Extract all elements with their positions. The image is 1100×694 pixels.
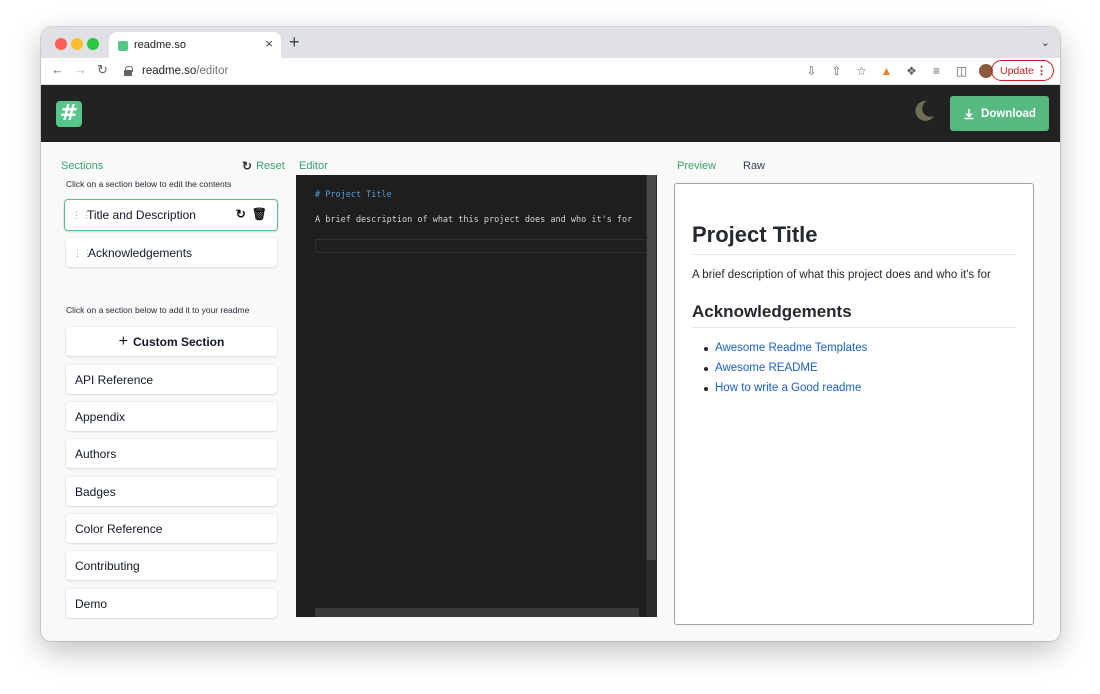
add-section-appendix[interactable]: Appendix — [66, 402, 277, 431]
markdown-editor[interactable]: # Project Title A brief description of w… — [296, 175, 657, 617]
fox-extension-icon[interactable]: ▲ — [879, 64, 894, 79]
section-label: Acknowledgements — [88, 245, 193, 260]
side-panel-icon[interactable]: ◫ — [954, 64, 969, 79]
section-card-title-and-description[interactable]: ⋮⋮ Title and Description ↻ 🗑 — [64, 199, 278, 231]
acknowledgement-link[interactable]: Awesome Readme Templates — [704, 342, 867, 362]
reset-button[interactable]: ↻ Reset — [242, 159, 285, 173]
preview-acknowledgements-heading: Acknowledgements — [692, 302, 852, 321]
editor-vertical-scroll-thumb[interactable] — [647, 175, 656, 560]
plus-icon: + — [118, 332, 128, 350]
tab-search-chevron-icon[interactable]: ⌄ — [1041, 36, 1050, 49]
readme-preview: Project Title A brief description of wha… — [674, 183, 1034, 625]
reading-list-icon[interactable]: ≡ — [929, 64, 944, 79]
preview-description: A brief description of what this project… — [692, 269, 991, 281]
download-icon — [964, 108, 974, 119]
add-section-demo[interactable]: Demo — [66, 589, 277, 618]
tab-raw[interactable]: Raw — [743, 160, 765, 172]
add-sections-hint: Click on a section below to add it to yo… — [66, 305, 250, 315]
favicon-icon — [118, 41, 128, 51]
download-label: Download — [981, 107, 1036, 120]
section-card-acknowledgements[interactable]: ⋮⋮ Acknowledgements — [66, 238, 277, 267]
acknowledgement-link[interactable]: How to write a Good readme — [704, 382, 867, 402]
reload-icon[interactable]: ↻ — [97, 63, 108, 77]
preview-title: Project Title — [692, 222, 818, 247]
sections-heading: Sections — [61, 160, 104, 172]
drag-handle-icon[interactable]: ⋮⋮ — [72, 211, 91, 220]
address-bar[interactable]: readme.so/editor — [116, 61, 816, 82]
reset-section-icon[interactable]: ↻ — [236, 207, 246, 221]
acknowledgement-link[interactable]: Awesome README — [704, 362, 867, 382]
logo-icon[interactable]: # — [56, 101, 82, 127]
edit-sections-hint: Click on a section below to edit the con… — [66, 179, 232, 189]
install-icon[interactable]: ⇩ — [804, 64, 819, 79]
browser-toolbar: ← → ↻ readme.so/editor ⇩ ⇧ ☆ ▲ ❖ ≡ ◫ Upd… — [41, 58, 1060, 85]
editor-heading: Editor — [299, 160, 328, 172]
tab-close-icon[interactable]: × — [265, 37, 273, 51]
lock-icon — [124, 66, 133, 76]
share-icon[interactable]: ⇧ — [829, 64, 844, 79]
download-button[interactable]: Download — [950, 96, 1049, 131]
extensions-puzzle-icon[interactable]: ❖ — [904, 64, 919, 79]
heading-divider — [692, 327, 1016, 328]
update-button[interactable]: Update ⋮ — [991, 60, 1054, 81]
tab-title: readme.so — [134, 39, 186, 51]
add-custom-section-button[interactable]: + Custom Section — [66, 327, 277, 356]
add-section-authors[interactable]: Authors — [66, 439, 277, 468]
editor-line: A brief description of what this project… — [315, 215, 633, 225]
add-section-contributing[interactable]: Contributing — [66, 551, 277, 580]
add-section-api-reference[interactable]: API Reference — [66, 365, 277, 394]
update-label: Update — [1000, 64, 1034, 77]
reset-label: Reset — [256, 160, 285, 172]
browser-window: readme.so × + ⌄ ← → ↻ readme.so/editor ⇩… — [41, 27, 1060, 641]
delete-section-icon[interactable]: 🗑 — [252, 207, 267, 221]
tab-preview[interactable]: Preview — [677, 160, 716, 172]
drag-handle-icon[interactable]: ⋮⋮ — [73, 248, 92, 257]
editor-line: # Project Title — [315, 190, 392, 200]
app-header: # Download — [41, 85, 1060, 142]
toolbar-icons: ⇩ ⇧ ☆ ▲ ❖ ≡ ◫ — [804, 62, 993, 80]
add-section-color-reference[interactable]: Color Reference — [66, 514, 277, 543]
back-icon[interactable]: ← — [51, 63, 64, 77]
custom-section-label: Custom Section — [133, 334, 225, 349]
close-window-button[interactable] — [55, 38, 67, 50]
tab-strip: readme.so × + ⌄ — [41, 27, 1060, 58]
url-text: readme.so/editor — [142, 65, 229, 77]
browser-tab[interactable]: readme.so × — [109, 32, 281, 58]
menu-kebab-icon: ⋮ — [1036, 65, 1047, 77]
maximize-window-button[interactable] — [87, 38, 99, 50]
reset-icon: ↻ — [242, 159, 253, 173]
editor-horizontal-scrollbar[interactable] — [315, 608, 639, 617]
dark-mode-moon-icon[interactable] — [912, 99, 936, 123]
editor-cursor-line — [315, 239, 657, 253]
editor-vertical-scrollbar[interactable] — [646, 175, 657, 617]
acknowledgements-list: Awesome Readme Templates Awesome README … — [704, 342, 867, 402]
section-label: Title and Description — [87, 208, 196, 222]
forward-icon[interactable]: → — [74, 63, 87, 77]
add-section-badges[interactable]: Badges — [66, 477, 277, 506]
bookmark-star-icon[interactable]: ☆ — [854, 64, 869, 79]
new-tab-button[interactable]: + — [289, 33, 300, 51]
minimize-window-button[interactable] — [71, 38, 83, 50]
heading-divider — [692, 254, 1016, 255]
